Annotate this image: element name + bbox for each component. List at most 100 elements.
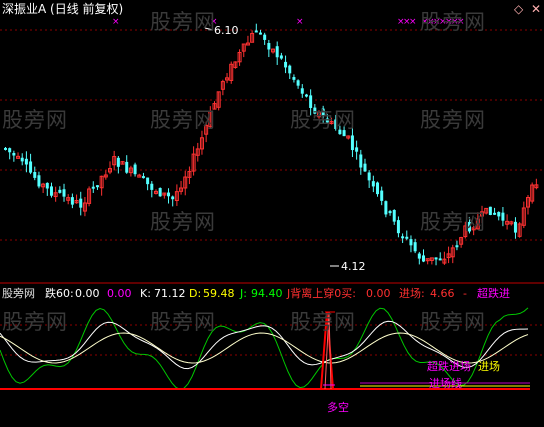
j-bei-value: 0.00: [366, 287, 391, 300]
candle-body: [367, 172, 371, 181]
jin-chang-label: 进场: [478, 360, 500, 373]
candle-body: [300, 88, 304, 94]
candle-body: [371, 181, 375, 187]
buy-marker: ×: [296, 17, 304, 27]
candle-body: [125, 161, 129, 173]
candle-body: [167, 192, 171, 197]
candle-body: [258, 32, 262, 35]
candle-body: [62, 189, 66, 197]
candle-body: [20, 157, 24, 162]
candle-body: [438, 258, 442, 261]
d-label: D:: [189, 287, 202, 300]
chart-stage: × × × × × × × × × × × × × 深振业A (日线 前复权) ◇ ✕ 6.10 4.1…: [0, 0, 544, 427]
chart-title: 深振业A (日线 前复权): [2, 2, 124, 16]
k-value: 71.12: [154, 287, 186, 300]
candle-body: [24, 158, 28, 165]
candle-body: [146, 177, 150, 185]
jinchang-label: 进场:: [399, 287, 425, 300]
candle-body: [376, 182, 380, 195]
extra-value: 0.00: [107, 287, 132, 300]
candle-body: [8, 148, 12, 153]
candle-body: [350, 135, 354, 151]
candle-body: [304, 94, 308, 97]
watermark: 股旁网: [420, 10, 486, 34]
candle-body: [263, 34, 267, 40]
watermark: 股旁网: [2, 108, 68, 132]
candle-body: [95, 185, 99, 188]
candle-body: [171, 196, 175, 200]
candle-body: [380, 190, 384, 201]
j-bei-label: J背离上穿0买:: [287, 287, 356, 300]
low-price-label: 4.12: [341, 260, 366, 273]
candle-body: [363, 163, 367, 172]
chaodie-label: 超跌进: [477, 287, 510, 300]
candle-body: [12, 152, 16, 156]
candle-body: [296, 80, 300, 86]
candle-body: [33, 171, 37, 178]
candle-body: [396, 220, 400, 234]
candle-body: [254, 30, 258, 33]
candle-body: [58, 189, 62, 193]
watermark: 股旁网: [150, 10, 216, 34]
candle-body: [141, 176, 145, 179]
die60-label: 跌60:: [45, 287, 74, 300]
candle-body: [497, 212, 501, 217]
jin-chang-xian-label: 进场线: [429, 377, 462, 390]
buy-marker: ×: [112, 17, 120, 27]
candle-body: [493, 212, 497, 215]
chao-die-jin-chang-label: 超跌进场: [427, 360, 471, 373]
candle-body: [279, 55, 283, 59]
candle-body: [4, 147, 7, 150]
candle-body: [116, 157, 120, 167]
candle-body: [284, 61, 288, 68]
candle-body: [288, 65, 292, 74]
candle-body: [29, 161, 33, 173]
watermark: 股旁网: [150, 310, 216, 334]
jinchang-value: 4.66: [430, 287, 455, 300]
watermark: 股旁网: [2, 310, 68, 334]
watermark: 股旁网: [420, 210, 486, 234]
candle-body: [355, 147, 359, 152]
candle-body: [133, 164, 137, 175]
die60-value: 0.00: [75, 287, 100, 300]
candle-body: [434, 257, 438, 260]
watermark: 股旁网: [420, 310, 486, 334]
candle-body: [417, 253, 421, 259]
j-value: 94.40: [251, 287, 283, 300]
d-value: 59.48: [203, 287, 235, 300]
candle-body: [37, 175, 41, 187]
k-label: K:: [140, 287, 151, 300]
cross-icon[interactable]: ✕: [531, 3, 541, 16]
indicator-name[interactable]: 股旁网: [2, 287, 35, 300]
candle-body: [405, 236, 409, 239]
candle-body: [513, 221, 517, 233]
candle-body: [422, 255, 425, 262]
candle-body: [488, 206, 492, 215]
j-label: J:: [240, 287, 247, 300]
candle-body: [158, 188, 162, 197]
candle-body: [91, 186, 95, 189]
watermark: 股旁网: [290, 108, 356, 132]
watermark: 股旁网: [420, 108, 486, 132]
candle-body: [79, 198, 83, 208]
candle-body: [70, 197, 74, 205]
candle-body: [392, 210, 396, 222]
candle-body: [49, 186, 53, 196]
dash: -: [463, 287, 467, 300]
candle-body: [413, 242, 417, 252]
diamond-icon[interactable]: ◇: [514, 3, 523, 16]
candle-body: [45, 182, 49, 189]
candle-body: [401, 236, 405, 239]
watermark: 股旁网: [290, 310, 356, 334]
candle-body: [409, 239, 413, 246]
candle-body: [384, 201, 388, 215]
watermark: 股旁网: [150, 108, 216, 132]
candle-body: [150, 183, 154, 190]
candle-body: [455, 245, 459, 248]
candle-body: [292, 77, 296, 80]
candle-body: [359, 154, 363, 168]
candle-body: [267, 43, 271, 50]
candle-body: [275, 46, 279, 58]
candle-body: [501, 212, 505, 221]
watermark: 股旁网: [150, 210, 216, 234]
